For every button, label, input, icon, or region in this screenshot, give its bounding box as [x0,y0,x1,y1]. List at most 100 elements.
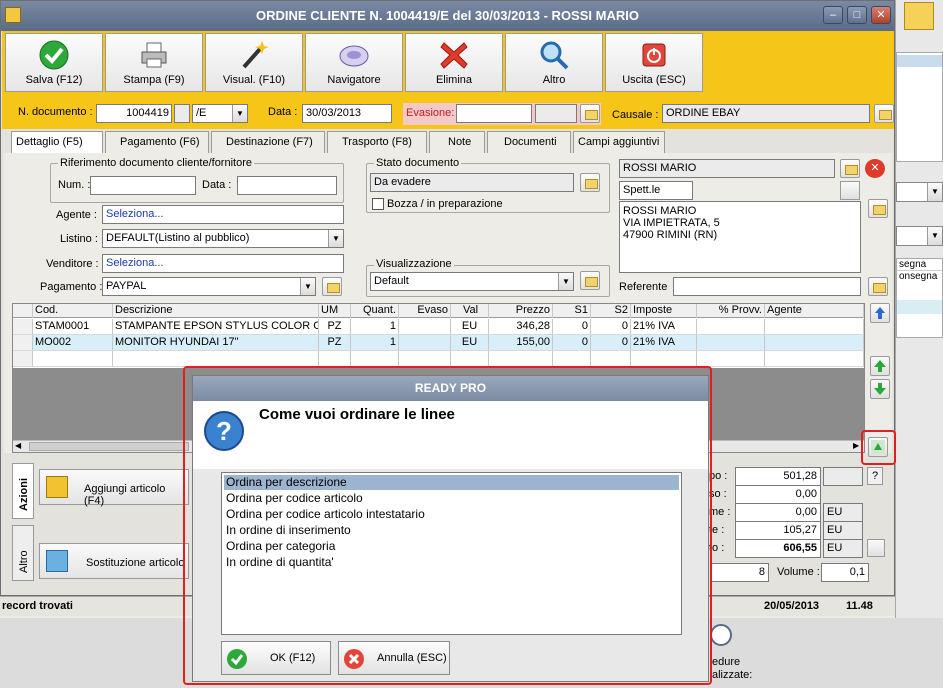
table-cell[interactable] [399,319,451,334]
title-field[interactable]: Spett.le [619,181,693,200]
scroll-right-icon[interactable]: ▶ [853,441,859,450]
table-cell[interactable] [399,335,451,350]
table-cell[interactable]: EU [451,335,489,350]
referente-field[interactable] [673,277,861,296]
total-value[interactable]: 0,00 [735,485,821,504]
person-icon[interactable] [840,181,860,200]
table-cell[interactable] [489,351,553,366]
evasione-field-2[interactable] [535,104,577,123]
referente-folder-button[interactable] [868,277,888,296]
table-cell[interactable] [697,319,765,334]
table-cell[interactable]: PZ [319,319,351,334]
table-cell[interactable]: STAMPANTE EPSON STYLUS COLOR C... [113,319,319,334]
side-tab-altro[interactable]: Altro [12,525,34,581]
close-button[interactable]: ✕ [871,6,891,24]
causale-folder-button[interactable] [874,104,894,123]
tab-documenti[interactable]: Documenti [487,131,571,153]
column-header[interactable]: Evaso [399,304,451,318]
row-indicator[interactable] [13,335,33,350]
table-cell[interactable]: 0 [553,319,591,334]
table-row[interactable] [13,351,864,367]
agente-field[interactable]: Seleziona... [102,205,344,224]
exit-button[interactable]: Uscita (ESC) [605,33,703,92]
move-down-icon[interactable] [870,379,890,399]
pagamento-select[interactable]: PAYPAL ▼ [102,277,316,296]
minimize-button[interactable]: ‒ [823,6,843,24]
total-value[interactable]: 501,28 [735,467,821,486]
table-cell[interactable] [351,351,399,366]
table-cell[interactable] [765,319,864,334]
calc-icon[interactable] [867,539,885,557]
move-up-blue-icon[interactable] [870,303,890,323]
table-cell[interactable] [631,351,697,366]
column-header[interactable]: Quant. [351,304,399,318]
table-cell[interactable]: MO002 [33,335,113,350]
table-cell[interactable]: 1 [351,335,399,350]
table-cell[interactable]: 1 [351,319,399,334]
venditore-field[interactable]: Seleziona... [102,254,344,273]
more-button[interactable]: Altro [505,33,603,92]
tab-campi-aggiuntivi[interactable]: Campi aggiuntivi [573,131,665,153]
users-icon[interactable] [904,2,934,30]
replace-article-button[interactable]: Sostituzione articolo [39,543,189,579]
table-cell[interactable]: PZ [319,335,351,350]
tab-note[interactable]: Note [429,131,485,153]
table-cell[interactable] [399,351,451,366]
total-value[interactable]: 105,27 [735,521,821,540]
help-button[interactable]: ? [867,467,883,485]
column-header[interactable]: % Provv. [697,304,765,318]
table-cell[interactable] [765,351,864,366]
tab-trasporto[interactable]: Trasporto (F8) [327,131,427,153]
add-article-button[interactable]: Aggiungi articolo (F4) [39,469,189,507]
table-row[interactable]: MO002 MONITOR HYUNDAI 17" PZ 1 EU 155,00 0 0 21%… [13,335,864,351]
table-cell[interactable] [591,351,631,366]
table-cell[interactable] [33,351,113,366]
grand-total-value[interactable]: 606,55 [735,539,821,558]
cliente-folder-button[interactable] [840,159,860,178]
volume-field[interactable]: 0,1 [821,563,869,582]
column-header[interactable]: Agente [765,304,864,318]
table-cell[interactable]: MONITOR HYUNDAI 17" [113,335,319,350]
evasione-field[interactable] [456,104,532,123]
move-up-icon[interactable] [870,356,890,376]
table-cell[interactable]: 0 [591,335,631,350]
ndoc-field[interactable]: 1004419 [96,104,172,123]
table-cell[interactable] [319,351,351,366]
table-cell[interactable] [451,351,489,366]
column-header[interactable]: Imposte [631,304,697,318]
cliente-clear-icon[interactable]: ✕ [865,159,885,178]
navigator-button[interactable]: Navigatore [305,33,403,92]
stato-folder-button[interactable] [580,173,600,192]
column-header[interactable]: Cod. [33,304,113,318]
table-cell[interactable] [697,335,765,350]
row-indicator[interactable] [13,351,33,366]
causale-field[interactable]: ORDINE EBAY [662,104,870,123]
background-select-2[interactable]: ▼ [896,226,943,246]
table-cell[interactable] [113,351,319,366]
table-cell[interactable] [697,351,765,366]
background-select[interactable]: ▼ [896,182,943,202]
table-cell[interactable]: 0 [591,319,631,334]
visual-select[interactable]: Default ▼ [370,272,574,291]
tab-dettaglio[interactable]: Dettaglio (F5) [11,131,103,154]
preview-button[interactable]: Visual. (F10) [205,33,303,92]
table-cell[interactable]: 21% IVA [631,335,697,350]
column-header[interactable]: Val [451,304,489,318]
row-indicator[interactable] [13,319,33,334]
series-select[interactable]: /E ▼ [192,104,248,123]
maximize-button[interactable]: □ [847,6,867,24]
table-cell[interactable]: 21% IVA [631,319,697,334]
delete-button[interactable]: Elimina [405,33,503,92]
tab-pagamento[interactable]: Pagamento (F6) [105,131,209,153]
cliente-field[interactable]: ROSSI MARIO [619,159,835,178]
scrollbar-thumb[interactable] [29,442,189,451]
table-cell[interactable]: 346,28 [489,319,553,334]
visual-folder-button[interactable] [580,271,600,290]
save-button[interactable]: Salva (F12) [5,33,103,92]
table-cell[interactable] [553,351,591,366]
table-cell[interactable]: EU [451,319,489,334]
num-field[interactable] [90,176,196,195]
column-header[interactable]: UM [319,304,351,318]
rif-date-field[interactable] [237,176,337,195]
pagamento-folder-button[interactable] [322,277,342,296]
